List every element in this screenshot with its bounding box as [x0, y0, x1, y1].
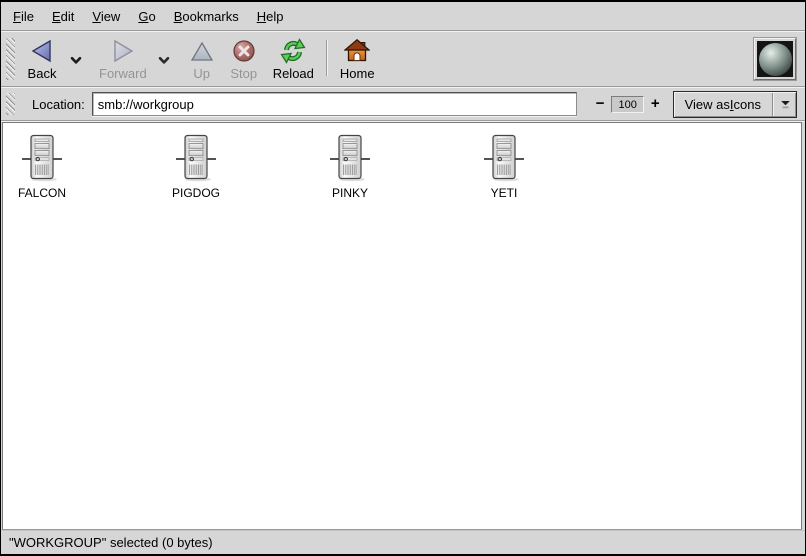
throbber-sphere-icon	[759, 43, 792, 76]
view-as-post: cons	[734, 97, 761, 112]
chevron-down-icon	[70, 56, 82, 65]
network-server-icon	[22, 133, 62, 183]
up-arrow-icon	[190, 37, 214, 65]
menu-edit-post: dit	[61, 9, 75, 24]
file-item-pinky[interactable]: PINKY	[312, 133, 388, 200]
file-item-label: FALCON	[18, 186, 66, 200]
zoom-out-button[interactable]: −	[593, 96, 608, 112]
menu-file-accel: F	[13, 9, 21, 24]
reload-button[interactable]: Reload	[266, 34, 321, 84]
network-server-icon	[330, 133, 370, 183]
menu-view-post: iew	[101, 9, 121, 24]
back-button[interactable]: Back	[18, 34, 66, 84]
zoom-in-button[interactable]: +	[648, 96, 663, 112]
dropdown-arrow-icon	[774, 92, 796, 117]
location-bar: Location: − 100 + View as Icons	[1, 88, 805, 120]
back-button-label: Back	[28, 67, 57, 81]
menu-help[interactable]: Help	[248, 6, 293, 27]
up-button[interactable]: Up	[182, 34, 222, 84]
reload-icon	[280, 37, 306, 65]
stop-button[interactable]: Stop	[222, 34, 266, 84]
stop-icon	[232, 37, 256, 65]
view-as-dropdown[interactable]: View as Icons	[673, 91, 797, 118]
file-item-pigdog[interactable]: PIGDOG	[158, 133, 234, 200]
location-bar-grip-handle[interactable]	[6, 93, 15, 115]
menu-bookmarks-post: ookmarks	[182, 9, 238, 24]
menu-go[interactable]: Go	[129, 6, 164, 27]
menu-edit-accel: E	[52, 9, 61, 24]
menu-view[interactable]: View	[83, 6, 129, 27]
home-icon	[344, 37, 370, 65]
file-item-label: PIGDOG	[172, 186, 220, 200]
menu-help-post: elp	[266, 9, 283, 24]
reload-button-label: Reload	[273, 67, 314, 81]
status-bar: "WORKGROUP" selected (0 bytes)	[1, 530, 805, 554]
home-button-label: Home	[340, 67, 375, 81]
network-server-icon	[176, 133, 216, 183]
forward-button-label: Forward	[99, 67, 147, 81]
menu-file-post: ile	[21, 9, 34, 24]
up-button-label: Up	[193, 67, 210, 81]
chevron-down-icon	[158, 56, 170, 65]
file-item-yeti[interactable]: YETI	[466, 133, 542, 200]
throbber-background	[757, 41, 793, 77]
location-input[interactable]	[92, 92, 577, 116]
menu-go-post: o	[148, 9, 155, 24]
menu-view-accel: V	[92, 9, 100, 24]
forward-button[interactable]: Forward	[92, 34, 154, 84]
menu-edit[interactable]: Edit	[43, 6, 83, 27]
menu-bar: File Edit View Go Bookmarks Help	[1, 2, 805, 30]
back-arrow-icon	[29, 37, 55, 65]
back-history-dropdown[interactable]	[66, 53, 86, 68]
zoom-control: − 100 +	[593, 96, 663, 113]
icon-view-canvas[interactable]: FALCON PIGDOG	[2, 122, 802, 530]
view-as-label: View as Icons	[674, 92, 772, 117]
forward-arrow-icon	[110, 37, 136, 65]
network-server-icon	[484, 133, 524, 183]
forward-history-dropdown[interactable]	[154, 53, 174, 68]
menu-bookmarks[interactable]: Bookmarks	[165, 6, 248, 27]
toolbar-grip-handle[interactable]	[6, 38, 15, 80]
zoom-level-indicator: 100	[611, 96, 643, 113]
stop-button-label: Stop	[230, 67, 257, 81]
toolbar-separator	[326, 40, 328, 76]
location-label: Location:	[32, 97, 85, 112]
menu-help-accel: H	[257, 9, 266, 24]
file-item-falcon[interactable]: FALCON	[4, 133, 80, 200]
home-button[interactable]: Home	[333, 34, 382, 84]
status-text: "WORKGROUP" selected (0 bytes)	[9, 535, 213, 550]
menu-go-accel: G	[138, 9, 148, 24]
menu-file[interactable]: File	[4, 6, 43, 27]
view-as-pre: View as	[685, 97, 730, 112]
file-manager-window: File Edit View Go Bookmarks Help Back	[0, 0, 806, 556]
file-item-label: PINKY	[332, 186, 368, 200]
throbber	[754, 38, 796, 80]
toolbar: Back Forward	[1, 32, 805, 86]
file-item-label: YETI	[491, 186, 518, 200]
